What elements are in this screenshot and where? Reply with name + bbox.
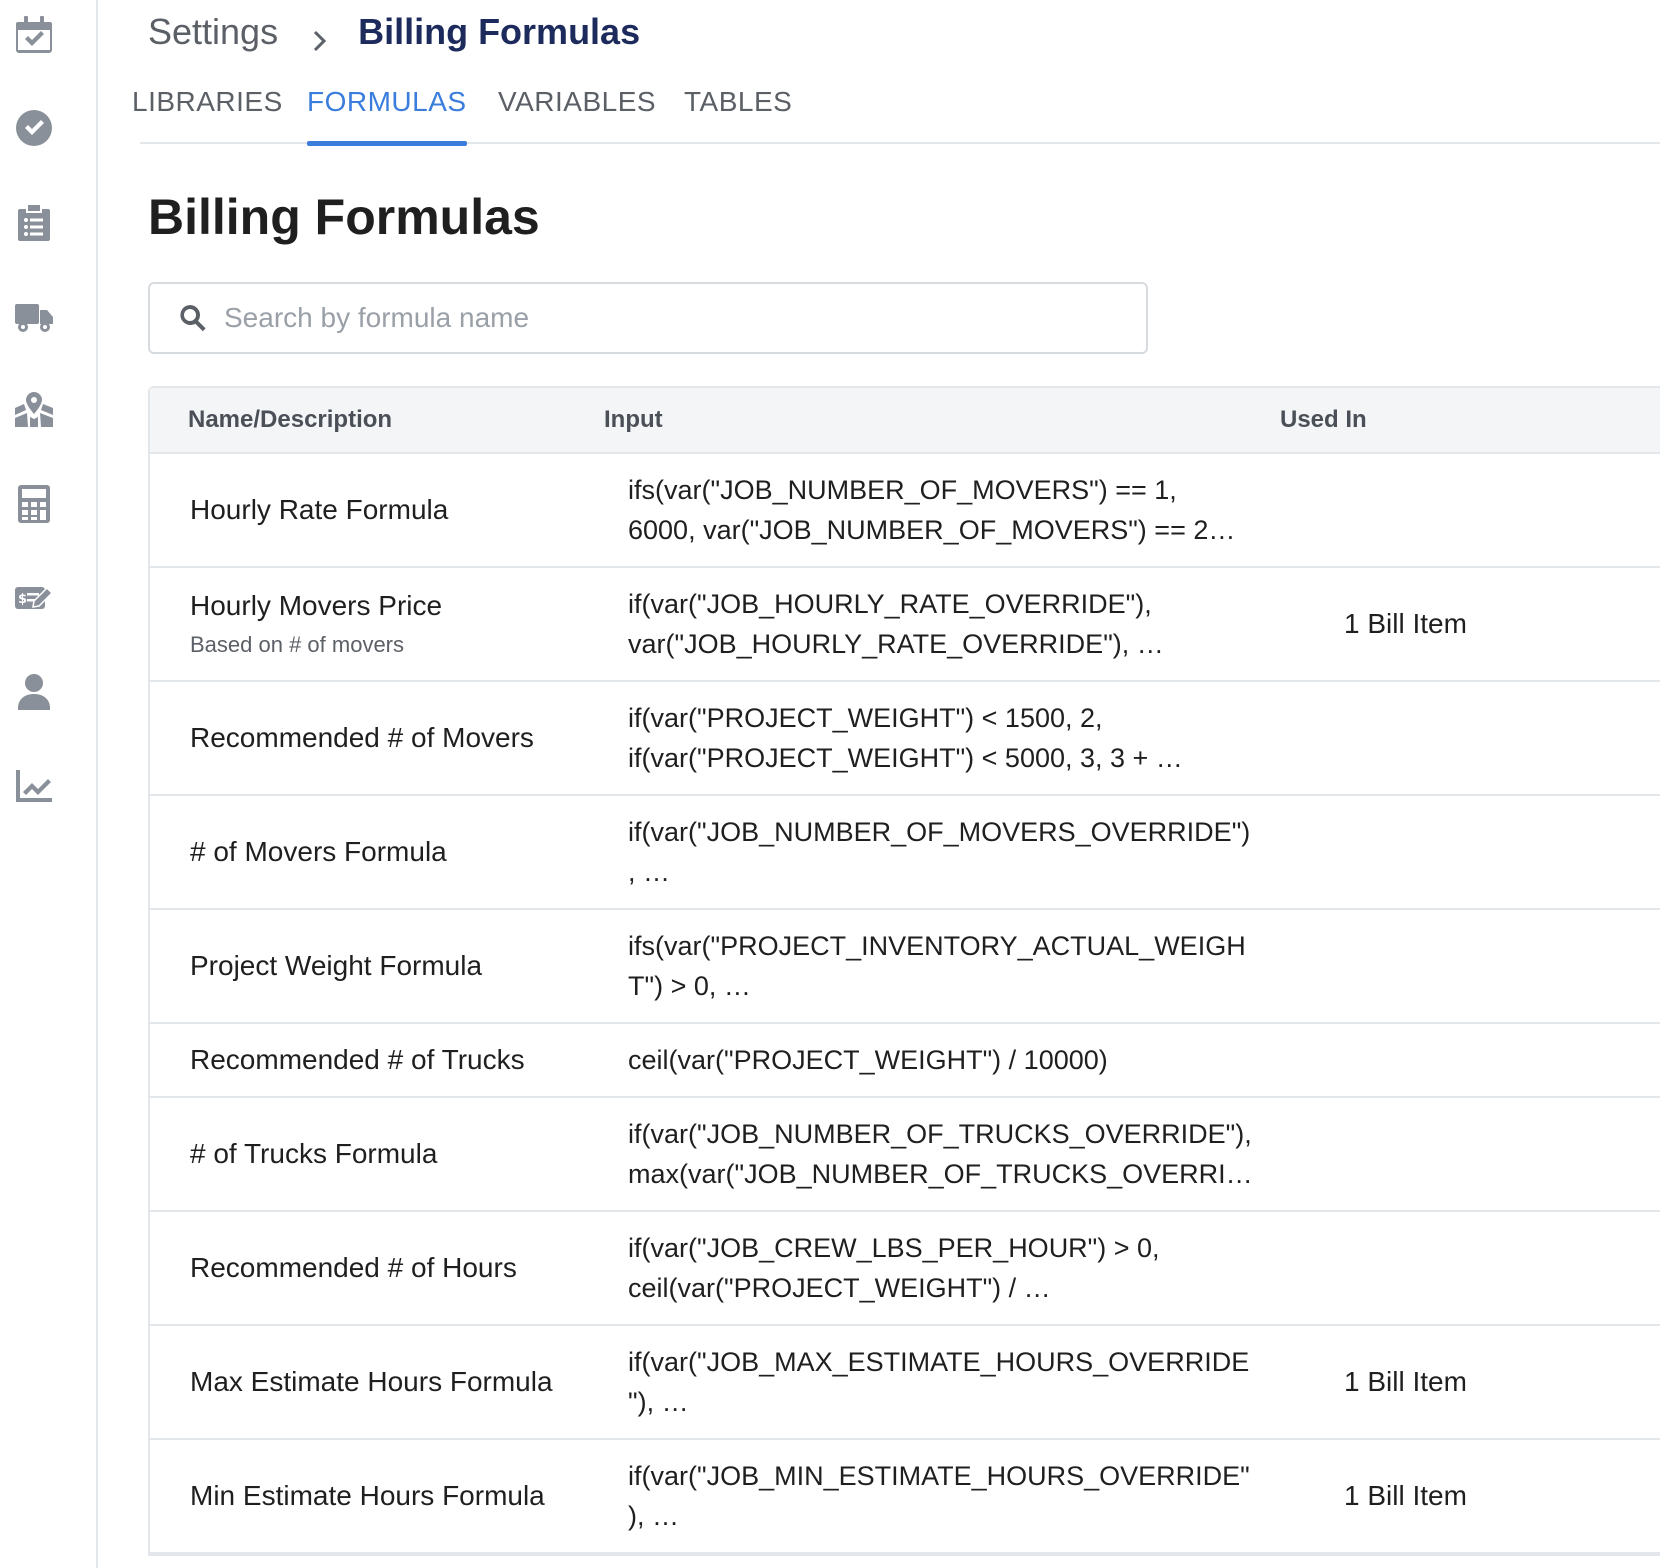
formula-name: Min Estimate Hours Formula — [190, 1480, 545, 1511]
chart-line-icon[interactable] — [12, 764, 56, 808]
formula-name: Hourly Movers Price — [190, 590, 443, 621]
sidebar-nav: $ — [0, 0, 98, 1568]
formula-input: if(var("JOB_HOURLY_RATE_OVERRIDE"), var(… — [628, 589, 1164, 659]
name-cell: # of Trucks Formula — [190, 1098, 610, 1210]
column-header-input: Input — [604, 406, 663, 433]
name-cell: Recommended # of Movers — [190, 682, 610, 794]
table-row[interactable]: Hourly Rate Formula ifs(var("JOB_NUMBER_… — [150, 454, 1660, 568]
formula-name: Max Estimate Hours Formula — [190, 1366, 553, 1397]
input-cell: if(var("JOB_MAX_ESTIMATE_HOURS_OVERRIDE … — [628, 1326, 1268, 1438]
check-circle-icon[interactable] — [12, 106, 56, 150]
input-cell: ceil(var("PROJECT_WEIGHT") / 10000) — [628, 1024, 1268, 1096]
formula-name: Recommended # of Movers — [190, 722, 534, 753]
input-cell: if(var("JOB_NUMBER_OF_TRUCKS_OVERRIDE"),… — [628, 1098, 1268, 1210]
formula-name: # of Trucks Formula — [190, 1138, 438, 1169]
name-cell: Recommended # of Trucks — [190, 1024, 610, 1096]
table-header: Name/Description Input Used In — [150, 388, 1660, 454]
search-input[interactable] — [224, 302, 1104, 334]
formula-input: if(var("PROJECT_WEIGHT") < 1500, 2, if(v… — [628, 703, 1183, 773]
user-icon[interactable] — [12, 670, 56, 714]
search-box — [148, 282, 1148, 354]
table-row[interactable]: Recommended # of Movers if(var("PROJECT_… — [150, 682, 1660, 796]
formula-input: if(var("JOB_CREW_LBS_PER_HOUR") > 0, cei… — [628, 1233, 1160, 1303]
tab-tables[interactable]: TABLES — [684, 80, 792, 144]
tab-formulas[interactable]: FORMULAS — [307, 80, 467, 146]
name-cell: # of Movers Formula — [190, 796, 610, 908]
formula-input: if(var("JOB_NUMBER_OF_MOVERS_OVERRIDE") … — [628, 817, 1251, 887]
money-check-edit-icon[interactable]: $ — [12, 576, 56, 620]
table-row[interactable]: Hourly Movers Price Based on # of movers… — [150, 568, 1660, 682]
formula-name: Recommended # of Trucks — [190, 1044, 525, 1075]
clipboard-list-icon[interactable] — [12, 200, 56, 244]
name-cell: Project Weight Formula — [190, 910, 610, 1022]
chevron-right-icon — [312, 20, 328, 52]
breadcrumb-current: Billing Formulas — [358, 11, 641, 52]
formula-input: ifs(var("PROJECT_INVENTORY_ACTUAL_WEIGH … — [628, 931, 1246, 1001]
used-in-cell: 1 Bill Item — [1344, 608, 1467, 639]
formula-input: if(var("JOB_MAX_ESTIMATE_HOURS_OVERRIDE … — [628, 1347, 1250, 1417]
map-marked-icon[interactable] — [12, 388, 56, 432]
input-cell: ifs(var("JOB_NUMBER_OF_MOVERS") == 1, 60… — [628, 454, 1268, 566]
name-cell: Min Estimate Hours Formula — [190, 1440, 610, 1552]
name-cell: Hourly Rate Formula — [190, 454, 610, 566]
table-row[interactable]: Recommended # of Hours if(var("JOB_CREW_… — [150, 1212, 1660, 1326]
formula-name: # of Movers Formula — [190, 836, 447, 867]
input-cell: if(var("JOB_MIN_ESTIMATE_HOURS_OVERRIDE"… — [628, 1440, 1268, 1552]
tab-libraries[interactable]: LIBRARIES — [132, 80, 283, 144]
formulas-table: Name/Description Input Used In Hourly Ra… — [148, 386, 1660, 1556]
formula-input: if(var("JOB_NUMBER_OF_TRUCKS_OVERRIDE"),… — [628, 1119, 1253, 1189]
formula-input: if(var("JOB_MIN_ESTIMATE_HOURS_OVERRIDE"… — [628, 1461, 1250, 1531]
page-title: Billing Formulas — [148, 189, 540, 245]
breadcrumb: Settings Billing Formulas — [148, 8, 640, 56]
formula-name: Project Weight Formula — [190, 950, 483, 981]
tab-variables[interactable]: VARIABLES — [498, 80, 656, 144]
input-cell: if(var("JOB_CREW_LBS_PER_HOUR") > 0, cei… — [628, 1212, 1268, 1324]
formula-name: Recommended # of Hours — [190, 1252, 517, 1283]
search-icon — [180, 304, 206, 332]
formula-input: ifs(var("JOB_NUMBER_OF_MOVERS") == 1, 60… — [628, 475, 1236, 545]
input-cell: if(var("JOB_HOURLY_RATE_OVERRIDE"), var(… — [628, 568, 1268, 680]
used-in-cell: 1 Bill Item — [1344, 1480, 1467, 1511]
name-cell: Max Estimate Hours Formula — [190, 1326, 610, 1438]
column-header-used-in: Used In — [1280, 406, 1367, 433]
main-content: Settings Billing Formulas LIBRARIES FORM… — [132, 0, 1660, 1568]
calculator-icon[interactable] — [12, 482, 56, 526]
column-header-name: Name/Description — [188, 406, 393, 433]
truck-icon[interactable] — [12, 294, 56, 338]
formula-input: ceil(var("PROJECT_WEIGHT") / 10000) — [628, 1045, 1108, 1075]
calendar-check-icon[interactable] — [12, 12, 56, 56]
input-cell: ifs(var("PROJECT_INVENTORY_ACTUAL_WEIGH … — [628, 910, 1268, 1022]
used-in-cell: 1 Bill Item — [1344, 1366, 1467, 1397]
tab-bar: LIBRARIES FORMULAS VARIABLES TABLES — [132, 80, 1660, 146]
svg-text:$: $ — [18, 592, 27, 607]
name-cell: Recommended # of Hours — [190, 1212, 610, 1324]
table-row[interactable]: Project Weight Formula ifs(var("PROJECT_… — [150, 910, 1660, 1024]
table-row[interactable]: Recommended # of Trucks ceil(var("PROJEC… — [150, 1024, 1660, 1098]
table-row[interactable]: # of Trucks Formula if(var("JOB_NUMBER_O… — [150, 1098, 1660, 1212]
table-row[interactable]: Max Estimate Hours Formula if(var("JOB_M… — [150, 1326, 1660, 1440]
input-cell: if(var("JOB_NUMBER_OF_MOVERS_OVERRIDE") … — [628, 796, 1268, 908]
breadcrumb-settings-link[interactable]: Settings — [148, 11, 278, 53]
formula-description: Based on # of movers — [190, 632, 405, 657]
table-row[interactable]: # of Movers Formula if(var("JOB_NUMBER_O… — [150, 796, 1660, 910]
input-cell: if(var("PROJECT_WEIGHT") < 1500, 2, if(v… — [628, 682, 1268, 794]
formula-name: Hourly Rate Formula — [190, 494, 449, 525]
table-row[interactable]: Min Estimate Hours Formula if(var("JOB_M… — [150, 1440, 1660, 1554]
name-cell: Hourly Movers Price Based on # of movers — [190, 568, 610, 680]
